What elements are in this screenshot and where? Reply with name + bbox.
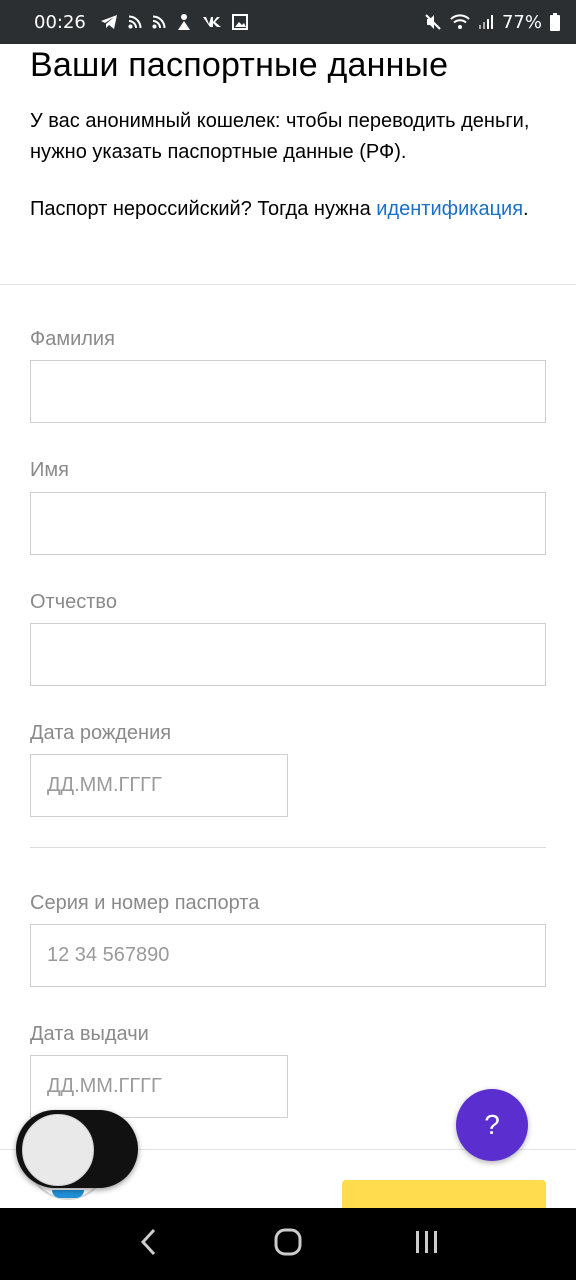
- surname-label: Фамилия: [30, 328, 115, 350]
- identification-link[interactable]: идентификация: [376, 198, 523, 220]
- status-left: 00:26: [34, 12, 248, 33]
- help-button[interactable]: ?: [456, 1089, 528, 1161]
- patronymic-input[interactable]: [30, 623, 546, 686]
- status-time: 00:26: [34, 11, 86, 33]
- overlay-accent: [52, 1190, 84, 1198]
- home-button[interactable]: [258, 1214, 318, 1274]
- foreign-passport-note: Паспорт нероссийский? Тогда нужна иденти…: [30, 194, 550, 225]
- passport-number-label: Серия и номер паспорта: [30, 892, 260, 914]
- name-label: Имя: [30, 459, 69, 481]
- mute-icon: [424, 13, 442, 31]
- name-input[interactable]: [30, 492, 546, 555]
- passport-number-input[interactable]: [30, 924, 546, 987]
- back-button[interactable]: [119, 1214, 179, 1274]
- status-bar: 00:26 77%: [0, 0, 576, 44]
- page-title: Ваши паспортные данные: [30, 46, 449, 84]
- recents-button[interactable]: [397, 1214, 457, 1274]
- navigation-bar: [0, 1208, 576, 1280]
- wifi-icon: [450, 13, 470, 31]
- birth-date-input[interactable]: [30, 754, 288, 817]
- rss-icon-2: [152, 13, 166, 31]
- anonymous-wallet-notice: У вас анонимный кошелек: чтобы переводит…: [30, 110, 530, 163]
- telegram-icon: [100, 13, 118, 31]
- home-icon: [274, 1228, 302, 1261]
- battery-icon: [550, 13, 560, 31]
- signal-icon: [478, 13, 494, 31]
- form-divider: [30, 847, 546, 848]
- app-icon: [176, 13, 192, 31]
- status-right: 77%: [424, 12, 560, 33]
- patronymic-label: Отчество: [30, 591, 117, 613]
- issue-date-label: Дата выдачи: [30, 1023, 149, 1045]
- rss-icon: [128, 13, 142, 31]
- surname-input[interactable]: [30, 360, 546, 423]
- foreign-note-suffix: .: [523, 198, 529, 220]
- floating-toggle-knob[interactable]: [22, 1114, 94, 1186]
- battery-percent: 77%: [501, 11, 542, 33]
- issue-date-input[interactable]: [30, 1055, 288, 1118]
- vk-icon: [202, 13, 222, 31]
- section-divider: [0, 284, 576, 285]
- birth-date-label: Дата рождения: [30, 722, 172, 744]
- foreign-note-text: Паспорт нероссийский? Тогда нужна: [30, 198, 377, 220]
- image-icon: [231, 13, 248, 31]
- recents-icon: [414, 1230, 440, 1259]
- back-icon: [139, 1228, 159, 1261]
